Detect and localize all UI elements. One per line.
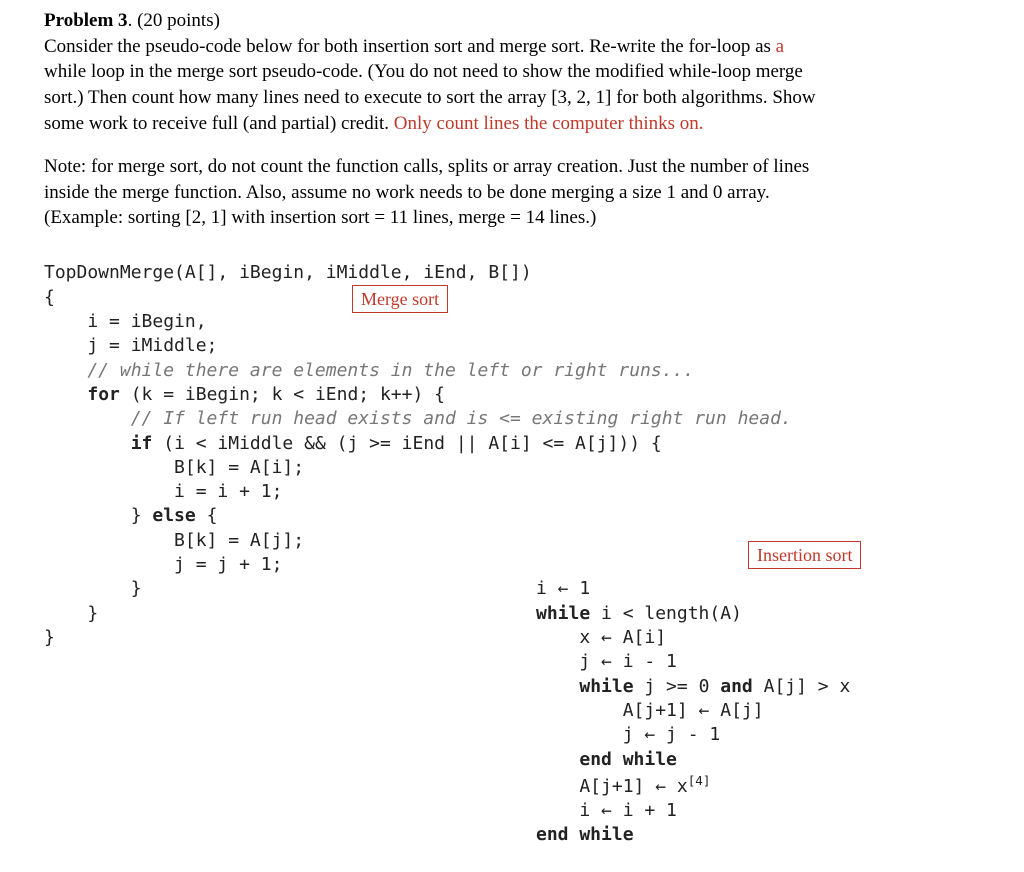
ic-l5b: j >= 0 xyxy=(634,676,721,697)
p1-line1-red: a xyxy=(776,36,784,57)
ic-l5c: A[j] > x xyxy=(753,676,851,697)
insertion-sort-code: i ← 1 while i < length(A) x ← A[i] j ← i… xyxy=(536,553,850,872)
mc-if-kw: if xyxy=(131,433,153,454)
ic-l9a: A[j+1] ← x xyxy=(536,776,688,797)
problem-number: Problem 3 xyxy=(44,10,128,31)
p1-line4-red: Only count lines the computer thinks on. xyxy=(394,113,704,134)
p1-line2: while loop in the merge sort pseudo-code… xyxy=(44,61,803,82)
ic-l1: i ← 1 xyxy=(536,578,590,599)
ic-l3: x ← A[i] xyxy=(536,627,666,648)
mc-else-kw: else xyxy=(152,505,195,526)
mc-l7: // If left run head exists and is <= exi… xyxy=(44,408,792,429)
mc-l11b: { xyxy=(196,505,218,526)
mc-l15: } xyxy=(44,603,98,624)
p2-line2b: the merge function. Also, assume no work… xyxy=(89,182,769,203)
mc-l1: TopDownMerge(A[], iBegin, iMiddle, iEnd,… xyxy=(44,262,532,283)
mc-l4: j = iMiddle; xyxy=(44,335,217,356)
ic-endwhile1-kw: end while xyxy=(579,749,677,770)
mc-l9: B[k] = A[i]; xyxy=(44,457,304,478)
ic-l6: A[j+1] ← A[j] xyxy=(536,700,764,721)
merge-sort-label: Merge sort xyxy=(352,285,448,313)
mc-l2: { xyxy=(44,287,55,308)
mc-l8a xyxy=(44,433,131,454)
problem-points: . (20 points) xyxy=(128,10,220,31)
p1-line4: some work to receive full (and partial) … xyxy=(44,113,394,134)
ic-while1-kw: while xyxy=(536,603,590,624)
p1-line1a: Consider the pseudo-code below for both … xyxy=(44,36,776,57)
mc-for-kw: for xyxy=(87,384,120,405)
mc-l13: j = j + 1; xyxy=(44,554,282,575)
paragraph-1: Consider the pseudo-code below for both … xyxy=(44,34,1000,137)
ic-endwhile2-kw: end while xyxy=(536,824,634,845)
ic-l10: i ← i + 1 xyxy=(536,800,677,821)
problem-heading: Problem 3. (20 points) xyxy=(44,8,1000,34)
ic-l5a xyxy=(536,676,579,697)
ic-l8a xyxy=(536,749,579,770)
p2-line3: (Example: sorting [2, 1] with insertion … xyxy=(44,207,596,228)
mc-l6a xyxy=(44,384,87,405)
mc-l5: // while there are elements in the left … xyxy=(44,360,694,381)
mc-l16: } xyxy=(44,627,55,648)
mc-l11a: } xyxy=(44,505,152,526)
p2-line1: Note: for merge sort, do not count the f… xyxy=(44,156,809,177)
ic-l4: j ← i - 1 xyxy=(536,651,677,672)
mc-l3: i = iBegin, xyxy=(44,311,207,332)
ic-l2b: i < length(A) xyxy=(590,603,742,624)
ic-and-kw: and xyxy=(720,676,753,697)
mc-l8b: (i < iMiddle && (j >= iEnd || A[i] <= A[… xyxy=(152,433,661,454)
mc-l12: B[k] = A[j]; xyxy=(44,530,304,551)
p1-line3: sort.) Then count how many lines need to… xyxy=(44,87,816,108)
paragraph-2: Note: for merge sort, do not count the f… xyxy=(44,154,1000,231)
mc-l14: } xyxy=(44,578,142,599)
problem-page: Problem 3. (20 points) Consider the pseu… xyxy=(0,0,1024,860)
mc-l6b: (k = iBegin; k < iEnd; k++) { xyxy=(120,384,445,405)
ic-l7: j ← j - 1 xyxy=(536,724,720,745)
p2-line2-bold: inside xyxy=(44,182,89,203)
ic-l9-sup: [4] xyxy=(688,773,711,788)
merge-sort-code: TopDownMerge(A[], iBegin, iMiddle, iEnd,… xyxy=(44,237,1000,772)
mc-l10: i = i + 1; xyxy=(44,481,282,502)
ic-while2-kw: while xyxy=(579,676,633,697)
